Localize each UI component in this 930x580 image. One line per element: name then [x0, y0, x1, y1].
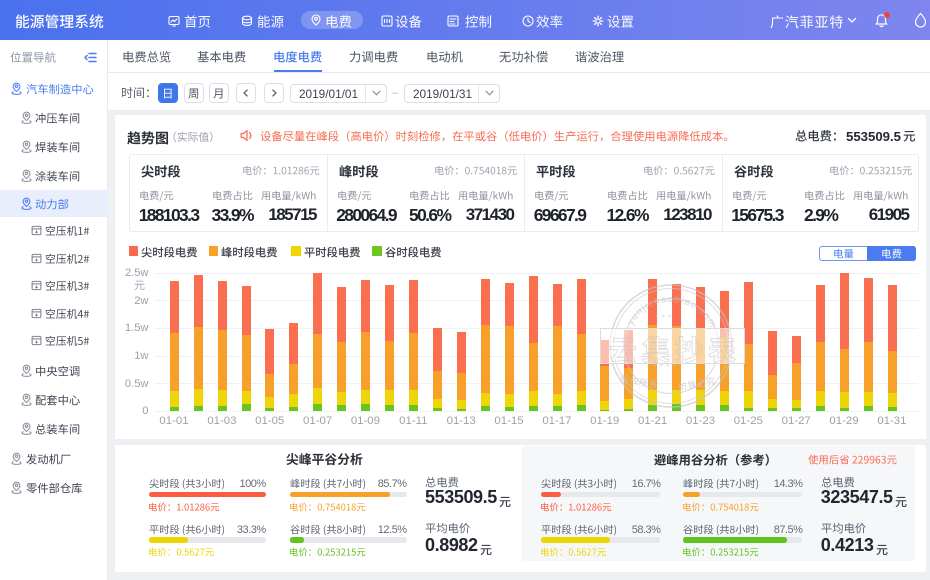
svg-text:***: ***: [655, 313, 675, 323]
